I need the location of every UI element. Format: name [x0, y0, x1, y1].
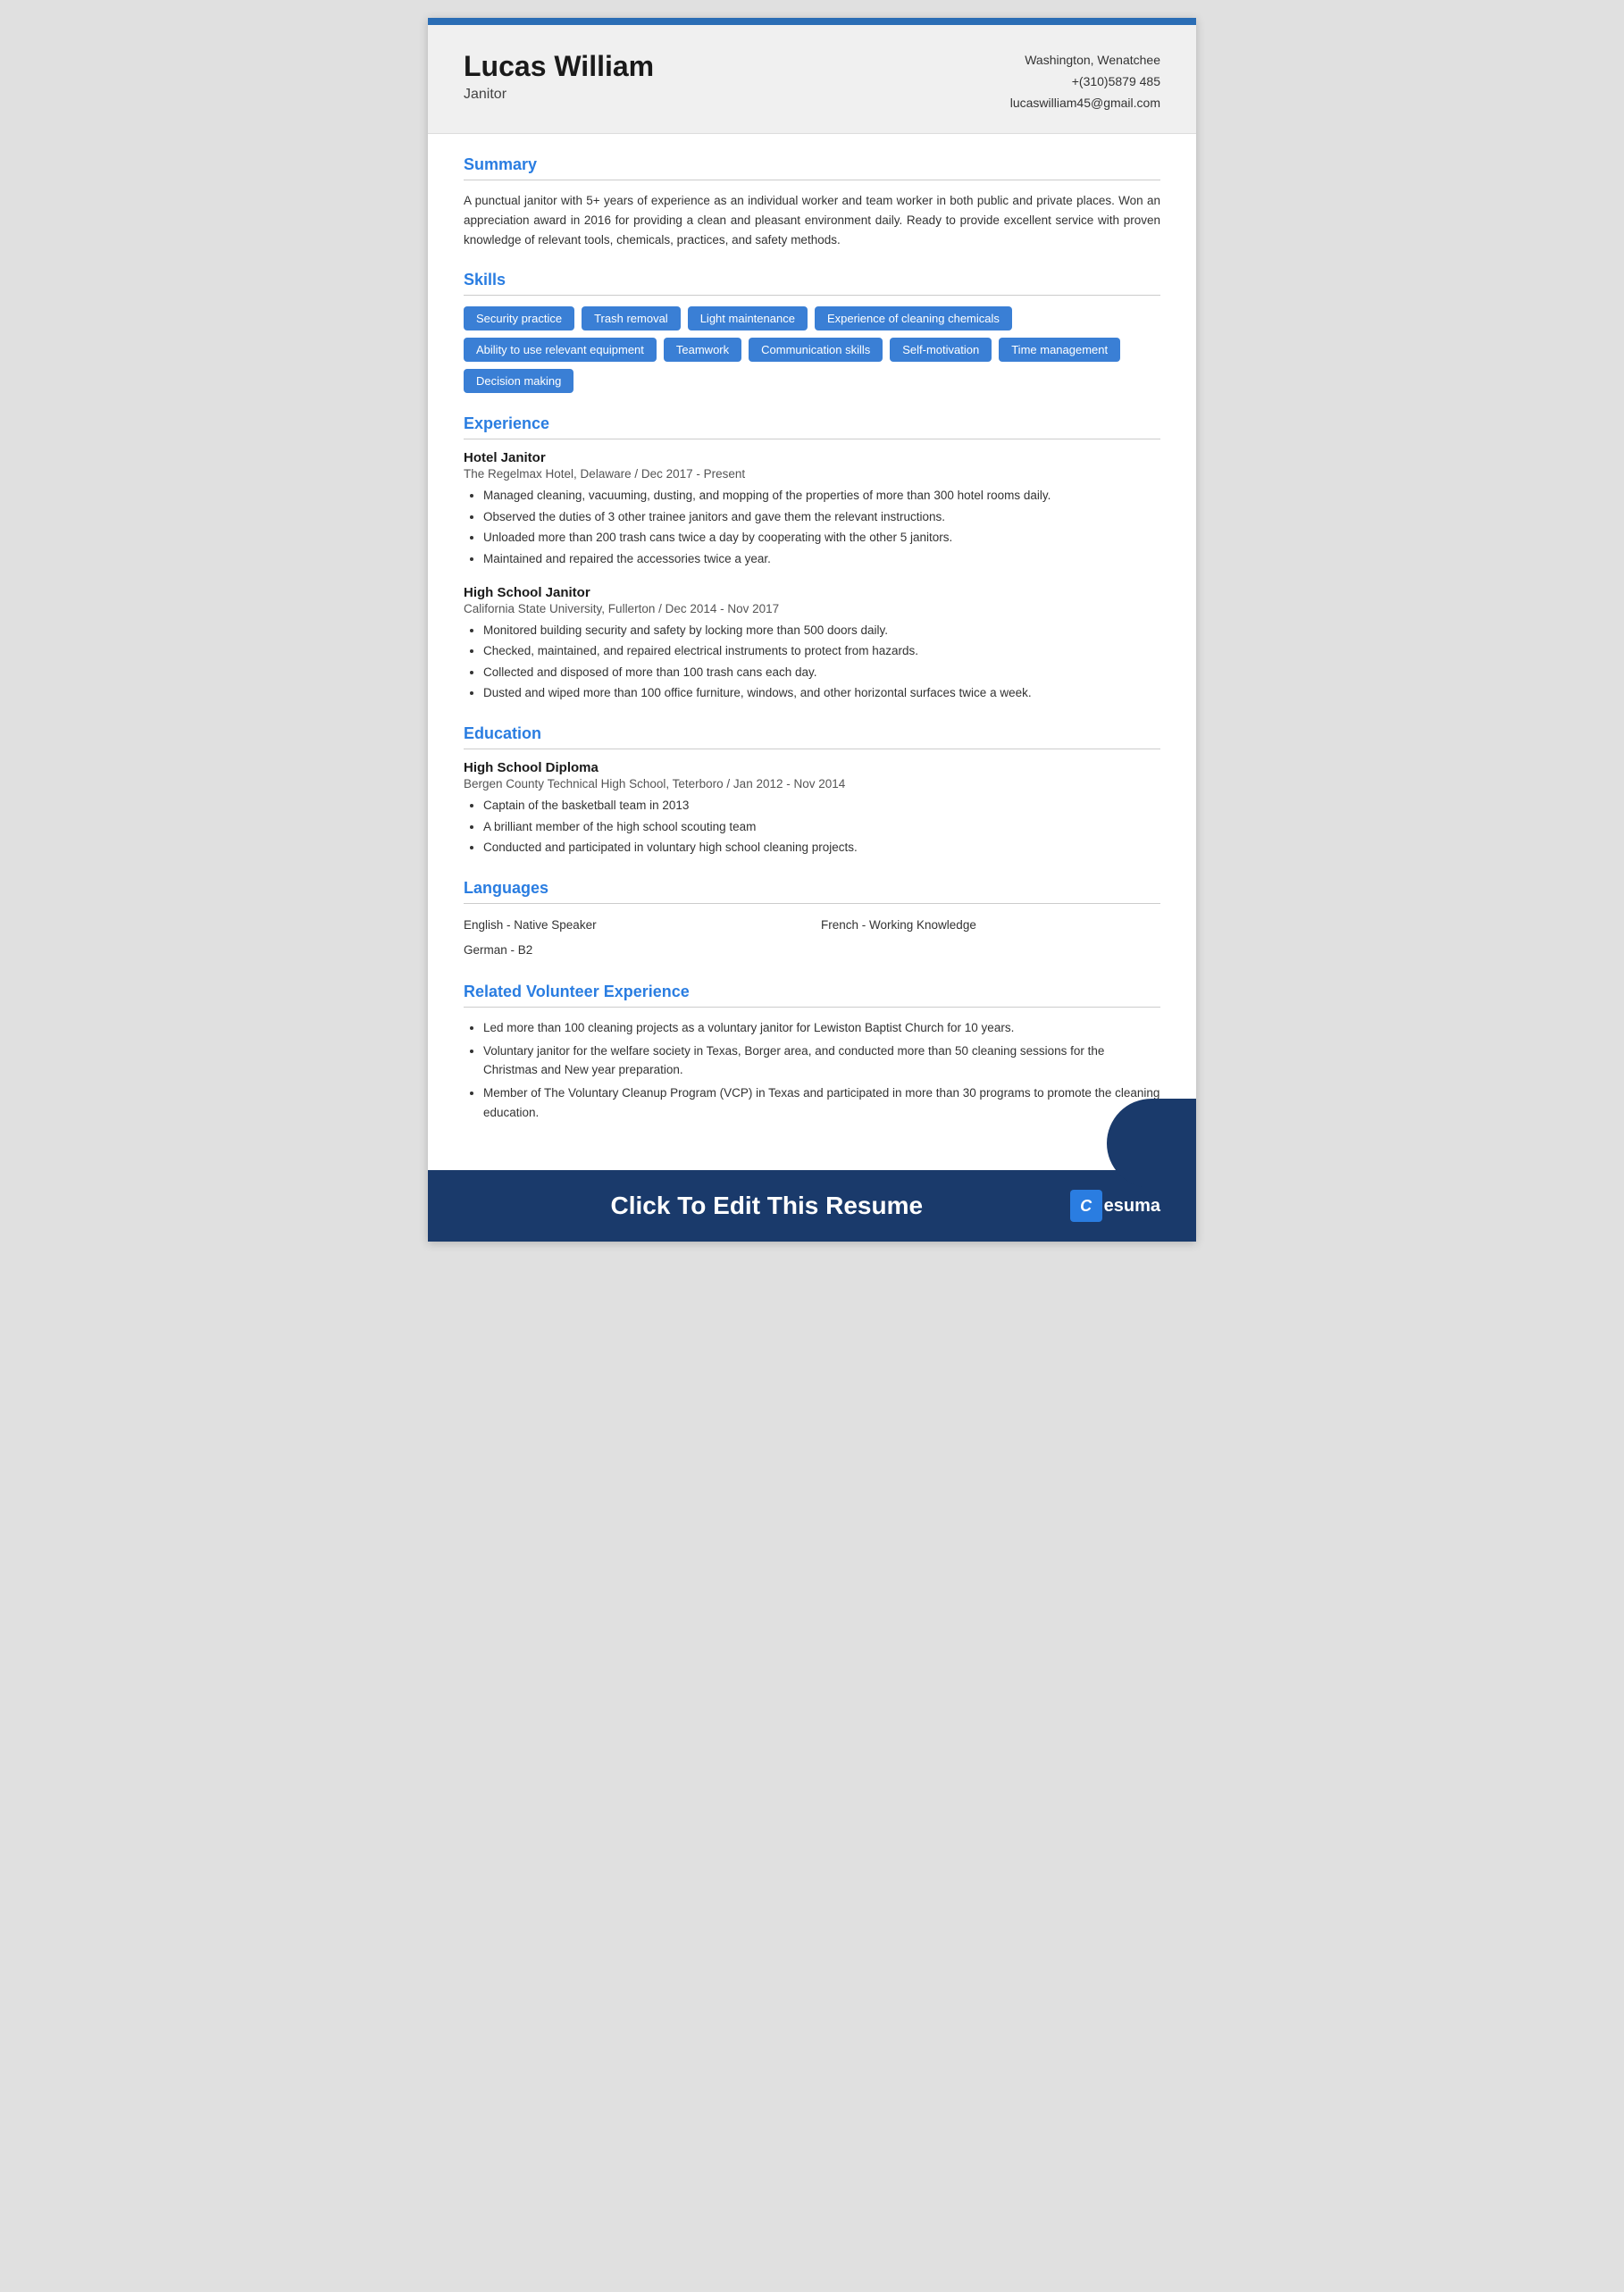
education-items: High School Diploma Bergen County Technic…	[464, 760, 1160, 857]
experience-title: Experience	[464, 414, 1160, 433]
summary-section: Summary A punctual janitor with 5+ years…	[464, 155, 1160, 249]
list-item: Captain of the basketball team in 2013	[483, 796, 1160, 816]
volunteer-bullets: Led more than 100 cleaning projects as a…	[483, 1018, 1160, 1122]
edu-degree: High School Diploma	[464, 760, 1160, 775]
languages-section: Languages English - Native Speaker French…	[464, 879, 1160, 962]
experience-section: Experience Hotel Janitor The Regelmax Hot…	[464, 414, 1160, 703]
exp-bullet-list: Monitored building security and safety b…	[483, 621, 1160, 703]
top-accent-bar	[428, 18, 1196, 25]
skill-tag: Communication skills	[749, 338, 883, 362]
exp-role: High School Janitor	[464, 585, 1160, 600]
volunteer-divider	[464, 1007, 1160, 1008]
summary-title: Summary	[464, 155, 1160, 174]
list-item: Maintained and repaired the accessories …	[483, 549, 1160, 569]
list-item: A brilliant member of the high school sc…	[483, 817, 1160, 837]
resume-header: Lucas William Janitor Washington, Wenatc…	[428, 25, 1196, 134]
edu-bullet-list: Captain of the basketball team in 2013A …	[483, 796, 1160, 857]
contact-location: Washington, Wenatchee	[1010, 50, 1160, 71]
languages-divider	[464, 903, 1160, 904]
contact-email: lucaswilliam45@gmail.com	[1010, 93, 1160, 114]
exp-company: California State University, Fullerton /…	[464, 602, 1160, 615]
education-title: Education	[464, 724, 1160, 743]
exp-bullet-list: Managed cleaning, vacuuming, dusting, an…	[483, 486, 1160, 568]
languages-grid: English - Native Speaker French - Working…	[464, 915, 1160, 962]
skill-tag: Trash removal	[582, 306, 681, 330]
experience-item: High School Janitor California State Univ…	[464, 585, 1160, 703]
experience-item: Hotel Janitor The Regelmax Hotel, Delawar…	[464, 450, 1160, 568]
logo-icon: C	[1070, 1190, 1102, 1222]
contact-phone: +(310)5879 485	[1010, 71, 1160, 93]
list-item: Voluntary janitor for the welfare societ…	[483, 1041, 1160, 1080]
language-item: English - Native Speaker	[464, 915, 803, 936]
language-item: French - Working Knowledge	[821, 915, 1160, 936]
cta-bar[interactable]: Click To Edit This Resume C esuma	[428, 1170, 1196, 1242]
list-item: Unloaded more than 200 trash cans twice …	[483, 528, 1160, 548]
list-item: Dusted and wiped more than 100 office fu…	[483, 683, 1160, 703]
skill-tag: Time management	[999, 338, 1120, 362]
list-item: Member of The Voluntary Cleanup Program …	[483, 1083, 1160, 1122]
volunteer-title: Related Volunteer Experience	[464, 983, 1160, 1001]
education-section: Education High School Diploma Bergen Coun…	[464, 724, 1160, 857]
languages-title: Languages	[464, 879, 1160, 898]
decorative-circle	[1107, 1099, 1196, 1188]
exp-company: The Regelmax Hotel, Delaware / Dec 2017 …	[464, 467, 1160, 481]
skills-title: Skills	[464, 271, 1160, 289]
header-contact: Washington, Wenatchee +(310)5879 485 luc…	[1010, 50, 1160, 113]
cta-logo: C esuma	[1070, 1190, 1160, 1222]
list-item: Conducted and participated in voluntary …	[483, 838, 1160, 857]
main-content: Summary A punctual janitor with 5+ years…	[428, 134, 1196, 1170]
skill-tag: Light maintenance	[688, 306, 808, 330]
summary-text: A punctual janitor with 5+ years of expe…	[464, 191, 1160, 249]
list-item: Monitored building security and safety b…	[483, 621, 1160, 640]
header-left: Lucas William Janitor	[464, 50, 654, 103]
list-item: Managed cleaning, vacuuming, dusting, an…	[483, 486, 1160, 506]
list-item: Observed the duties of 3 other trainee j…	[483, 507, 1160, 527]
resume-document: Lucas William Janitor Washington, Wenatc…	[428, 18, 1196, 1242]
list-item: Collected and disposed of more than 100 …	[483, 663, 1160, 682]
experience-items: Hotel Janitor The Regelmax Hotel, Delawar…	[464, 450, 1160, 703]
skill-tag: Ability to use relevant equipment	[464, 338, 657, 362]
list-item: Checked, maintained, and repaired electr…	[483, 641, 1160, 661]
skill-tag: Decision making	[464, 369, 573, 393]
skills-section: Skills Security practice Trash removal Lig…	[464, 271, 1160, 393]
skill-tag: Teamwork	[664, 338, 741, 362]
volunteer-section: Related Volunteer Experience Led more th…	[464, 983, 1160, 1122]
edu-institution: Bergen County Technical High School, Tet…	[464, 777, 1160, 790]
candidate-name: Lucas William	[464, 50, 654, 83]
language-item: German - B2	[464, 940, 803, 961]
exp-role: Hotel Janitor	[464, 450, 1160, 465]
skills-container: Security practice Trash removal Light main…	[464, 306, 1160, 393]
candidate-title: Janitor	[464, 87, 654, 103]
skill-tag: Experience of cleaning chemicals	[815, 306, 1012, 330]
cta-text[interactable]: Click To Edit This Resume	[464, 1192, 1070, 1220]
skill-tag: Self-motivation	[890, 338, 992, 362]
skill-tag: Security practice	[464, 306, 574, 330]
list-item: Led more than 100 cleaning projects as a…	[483, 1018, 1160, 1038]
skills-divider	[464, 295, 1160, 296]
logo-text: esuma	[1104, 1196, 1160, 1217]
education-item: High School Diploma Bergen County Technic…	[464, 760, 1160, 857]
